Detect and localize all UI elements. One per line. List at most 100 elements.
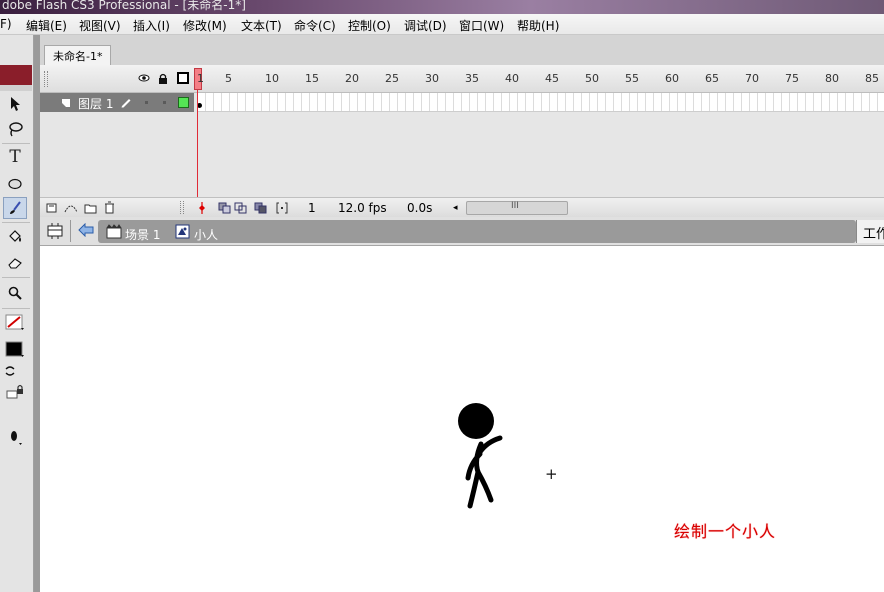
menu-help[interactable]: 帮助(H): [517, 17, 559, 34]
frame-number: 50: [585, 72, 599, 85]
crosshair-cursor: +: [545, 465, 558, 483]
frame-number: 80: [825, 72, 839, 85]
window-title-bar: dobe Flash CS3 Professional - [未命名-1*]: [0, 0, 884, 14]
tools-panel-header[interactable]: [0, 65, 32, 85]
scene-icon: [106, 224, 122, 239]
lasso-tool[interactable]: [3, 118, 27, 140]
onion-skin-icon[interactable]: [218, 202, 232, 214]
edit-multiple-frames-icon[interactable]: [254, 202, 268, 214]
lock-fill-button[interactable]: [3, 381, 27, 403]
stroke-color-control[interactable]: [3, 311, 27, 333]
frame-number: 15: [305, 72, 319, 85]
zoom-tool[interactable]: [3, 282, 27, 304]
layer-page-icon: [62, 99, 70, 107]
pencil-stroke-icon: [5, 314, 24, 330]
playhead-line: [197, 90, 198, 197]
layer-visibility-dot[interactable]: [145, 101, 148, 104]
tools-separator: [2, 222, 30, 223]
outline-square-icon[interactable]: [177, 72, 189, 84]
swap-colors-button[interactable]: [3, 360, 17, 382]
document-tab-bar: 未命名-1*: [40, 35, 884, 65]
back-arrow-icon[interactable]: [78, 223, 94, 237]
timeline-header: 1 5 10 15 20 25 30 35 40 45 50 55 60 65 …: [40, 65, 884, 93]
frame-number: 70: [745, 72, 759, 85]
frame-rate[interactable]: 12.0 fps: [338, 201, 387, 215]
layer-outline-color[interactable]: [178, 97, 189, 108]
paint-bucket-tool[interactable]: [3, 226, 27, 248]
scene-crumb[interactable]: 场景 1: [125, 226, 160, 243]
frame-number: 55: [625, 72, 639, 85]
menu-debug[interactable]: 调试(D): [404, 17, 447, 34]
current-frame: 1: [308, 201, 316, 215]
stick-figure[interactable]: [454, 402, 510, 512]
tools-separator: [2, 277, 30, 278]
timeline-panel: 1 5 10 15 20 25 30 35 40 45 50 55 60 65 …: [40, 65, 884, 217]
menu-text[interactable]: 文本(T): [241, 17, 282, 34]
fill-color-control[interactable]: [3, 338, 27, 360]
frame-number: 1: [197, 72, 204, 85]
frame-number: 20: [345, 72, 359, 85]
tools-panel: T: [0, 35, 34, 592]
motion-guide-icon[interactable]: [64, 202, 78, 214]
oval-tool[interactable]: [3, 173, 27, 195]
menu-edit[interactable]: 编辑(E): [26, 17, 67, 34]
stage-canvas[interactable]: + 绘制一个小人: [40, 246, 884, 592]
scroll-left-icon[interactable]: ◂: [453, 203, 458, 213]
fill-swatch-icon: [5, 341, 24, 357]
frame-number: 75: [785, 72, 799, 85]
menu-modify[interactable]: 修改(M): [183, 17, 227, 34]
frame-number: 25: [385, 72, 399, 85]
folder-icon[interactable]: [84, 202, 97, 214]
symbol-crumb[interactable]: 小人: [194, 226, 218, 243]
frame-number: 40: [505, 72, 519, 85]
eraser-tool[interactable]: [3, 252, 27, 274]
arrow-icon: [11, 97, 20, 111]
eye-icon[interactable]: [138, 73, 150, 83]
timeline-scrollbar[interactable]: III: [466, 201, 568, 215]
frame-number: 85: [865, 72, 879, 85]
document-tab[interactable]: 未命名-1*: [44, 45, 112, 65]
frame-number: 35: [465, 72, 479, 85]
lock-fill-icon: [6, 384, 23, 399]
trash-icon[interactable]: [104, 201, 115, 214]
timeline-grip[interactable]: [44, 71, 48, 87]
insert-layer-icon[interactable]: [46, 202, 58, 214]
workspace-button[interactable]: 工作: [856, 220, 884, 243]
layer-name[interactable]: 图层 1: [78, 95, 113, 112]
magnifier-icon: [8, 286, 22, 300]
brush-icon: [10, 201, 21, 214]
menu-window[interactable]: 窗口(W): [459, 17, 504, 34]
menu-control[interactable]: 控制(O): [348, 17, 391, 34]
selection-tool[interactable]: [3, 93, 27, 115]
scroll-thumb-grip: III: [511, 201, 519, 211]
brush-tool[interactable]: [3, 197, 27, 219]
center-frame-icon[interactable]: [198, 202, 206, 214]
tools-panel-grip[interactable]: [0, 85, 32, 91]
graphic-symbol-icon: [175, 224, 190, 239]
frame-number: 5: [225, 72, 232, 85]
pencil-icon: [121, 99, 131, 108]
frame-number: 10: [265, 72, 279, 85]
stage-caption: 绘制一个小人: [674, 522, 777, 541]
footer-grip[interactable]: [180, 201, 184, 214]
text-tool-icon: T: [9, 147, 21, 167]
menu-file[interactable]: F): [0, 17, 12, 31]
modify-onion-markers-icon[interactable]: [276, 202, 288, 214]
text-tool[interactable]: T: [3, 146, 27, 168]
menu-view[interactable]: 视图(V): [79, 17, 121, 34]
layer-frames[interactable]: [197, 93, 884, 112]
lock-icon[interactable]: [158, 73, 168, 85]
menu-commands[interactable]: 命令(C): [294, 17, 336, 34]
layer-lock-dot[interactable]: [163, 101, 166, 104]
bucket-icon: [9, 230, 21, 242]
frame-number: 60: [665, 72, 679, 85]
edit-bar-separator: [70, 220, 71, 242]
timeline-toggle-icon[interactable]: [46, 222, 64, 240]
brush-shape-option[interactable]: [3, 426, 27, 448]
layer-row[interactable]: 图层 1: [40, 93, 194, 112]
lasso-icon: [9, 122, 23, 137]
onion-outline-icon[interactable]: [234, 202, 248, 214]
frame-number: 65: [705, 72, 719, 85]
menu-insert[interactable]: 插入(I): [133, 17, 170, 34]
tools-separator: [2, 308, 30, 309]
